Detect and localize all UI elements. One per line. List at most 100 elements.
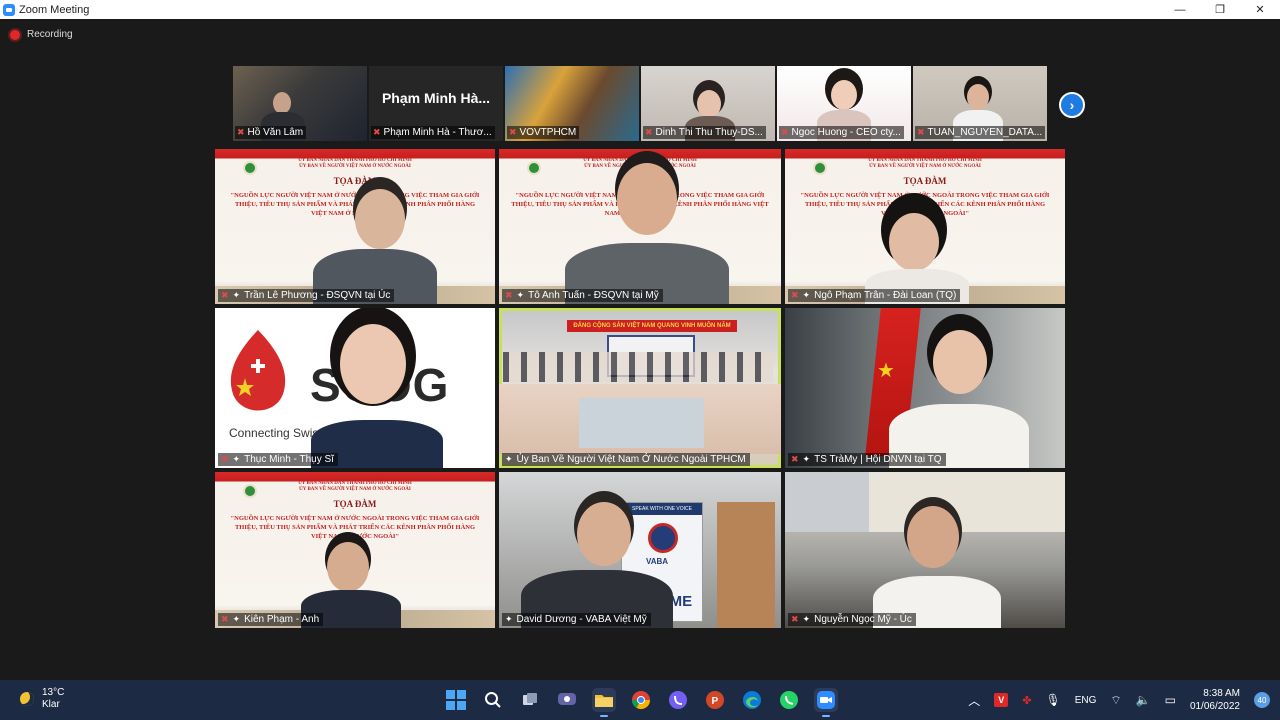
participant-name: Ngoc Huong - CEO cty... [791, 127, 901, 138]
weather-text: 13°C Klar [42, 687, 64, 711]
microphone-icon[interactable]: 🎙 [1045, 693, 1060, 707]
video-tile-active-speaker[interactable]: ĐẢNG CỘNG SẢN VIỆT NAM QUANG VINH MUÔN N… [499, 308, 781, 468]
participant-video [340, 324, 406, 404]
banner-org: ỦY BAN NHÂN DÂN THÀNH PHỐ HỒ CHÍ MINH ỦY … [298, 481, 412, 492]
banner-logo [813, 161, 827, 175]
notification-badge[interactable]: 40 [1254, 692, 1270, 708]
banner-org: ỦY BAN NHÂN DÂN THÀNH PHỐ HỒ CHÍ MINH ỦY … [868, 158, 982, 169]
filmstrip-tile[interactable]: ✖ Dinh Thi Thu Thuy-DS... [641, 66, 775, 141]
zoom-taskbar-icon[interactable] [814, 688, 838, 717]
moon-icon [20, 692, 34, 706]
participant-name: David Dương - VABA Việt Mỹ [516, 614, 647, 625]
whatsapp-icon[interactable] [777, 688, 801, 712]
window-controls: — ❐ ✕ [1160, 0, 1280, 19]
vaba-logo [648, 523, 678, 553]
participant-filmstrip: ✖ Hồ Văn Lâm Phạm Minh Hà... ✖ Phạm Minh H… [233, 66, 1047, 141]
mic-muted-icon: ✖ [221, 290, 229, 300]
video-tile[interactable]: ★ ✖ ✦ TS TràMy | Hội DNVN tại TQ [785, 308, 1065, 468]
banner-title: TỌA ĐÀM [903, 176, 947, 186]
filmstrip-tile[interactable]: ✖ Hồ Văn Lâm [233, 66, 367, 141]
participant-name: TS TràMy | Hội DNVN tại TQ [814, 454, 942, 465]
language-indicator[interactable]: ENG [1075, 695, 1097, 706]
clock[interactable]: 8:38 AM 01/06/2022 [1190, 687, 1240, 713]
dropbox-tray-icon[interactable]: ✤ [1022, 694, 1031, 707]
participant-video [889, 213, 939, 271]
windows-start-icon[interactable] [444, 688, 468, 712]
pin-icon: ✦ [802, 454, 811, 464]
video-tile[interactable]: ỦY BAN NHÂN DÂN THÀNH PHỐ HỒ CHÍ MINH ỦY … [215, 472, 495, 628]
filmstrip-tile[interactable]: ✖ VOVTPHCM [505, 66, 639, 141]
participant-video [967, 84, 989, 110]
participant-name: VOVTPHCM [519, 127, 577, 138]
participant-name-tag: ✖ TUAN_NGUYEN_DATA... [915, 126, 1045, 139]
sign-header: SPEAK WITH ONE VOICE [622, 503, 702, 515]
task-view-icon[interactable] [518, 688, 542, 712]
pin-icon: ✦ [802, 614, 811, 624]
battery-icon[interactable]: ▭ [1165, 693, 1176, 707]
video-tile[interactable]: ỦY BAN NHÂN DÂN THÀNH PHỐ HỒ CHÍ MINH ỦY … [499, 149, 781, 304]
search-icon[interactable] [481, 688, 505, 712]
edge-icon[interactable] [740, 688, 764, 712]
pin-icon: ✦ [232, 614, 241, 624]
vivaldi-tray-icon[interactable]: V [994, 693, 1009, 707]
recording-indicator[interactable]: Recording [10, 29, 73, 40]
participant-video [907, 506, 959, 568]
participant-name: Hồ Văn Lâm [247, 127, 304, 138]
powerpoint-icon[interactable]: P [703, 688, 727, 712]
chevron-up-icon[interactable]: ︿ [968, 692, 980, 709]
participant-name-tag: ✖ ✦ TS TràMy | Hội DNVN tại TQ [788, 453, 946, 466]
weather-widget[interactable]: 13°C Klar [20, 687, 64, 711]
filmstrip-tile[interactable]: Phạm Minh Hà... ✖ Phạm Minh Hà - Thươ... [369, 66, 503, 141]
mic-muted-icon: ✖ [373, 127, 381, 137]
banner-org: ỦY BAN NHÂN DÂN THÀNH PHỐ HỒ CHÍ MINH ỦY … [298, 158, 412, 169]
close-button[interactable]: ✕ [1240, 0, 1280, 19]
participant-name-tag: ✖ VOVTPHCM [507, 126, 580, 139]
participant-video [697, 90, 721, 118]
video-tile[interactable]: ✖ ✦ Nguyễn Ngọc Mỹ - Úc [785, 472, 1065, 628]
chrome-icon[interactable] [629, 688, 653, 712]
clock-date: 01/06/2022 [1189, 701, 1240, 712]
wifi-icon[interactable]: ⌔ [1110, 693, 1121, 708]
svg-text:P: P [712, 696, 719, 707]
volume-icon[interactable]: 🔈 [1136, 693, 1151, 707]
video-tile[interactable]: ỦY BAN NHÂN DÂN THÀNH PHỐ HỒ CHÍ MINH ỦY … [215, 149, 495, 304]
mic-muted-icon: ✖ [791, 614, 799, 624]
weather-description: Klar [42, 699, 60, 710]
video-tile[interactable]: SPEAK WITH ONE VOICE VABA OME ✦ David Dươ… [499, 472, 781, 628]
pin-icon: ✦ [232, 290, 241, 300]
system-tray: ︿ V ✤ 🎙 ENG ⌔ 🔈 ▭ 8:38 AM 01/06/2022 40 [968, 680, 1270, 720]
flag-star-icon: ★ [877, 360, 895, 382]
video-tile[interactable]: SCOG Connecting Swiss ... Business ✖✦Thụ… [215, 308, 495, 468]
mic-muted-icon: ✖ [645, 127, 653, 137]
banner-logo [243, 161, 257, 175]
pin-icon: ✦ [802, 290, 811, 300]
banner-title: TỌA ĐÀM [333, 499, 377, 509]
weather-temperature: 13°C [42, 687, 65, 698]
windows-taskbar: 13°C Klar P ︿ V ✤ 🎙 ENG ⌔ 🔈 ▭ 8:38 AM 01… [0, 680, 1280, 720]
maximize-button[interactable]: ❐ [1200, 0, 1240, 19]
participant-video [577, 502, 631, 566]
banner-topic: "NGUỒN LỰC NGƯỜI VIỆT NAM Ở NƯỚC NGOÀI T… [800, 192, 1050, 217]
participant-name-tag: ✦ David Dương - VABA Việt Mỹ [502, 613, 651, 626]
mic-muted-icon: ✖ [781, 127, 789, 137]
file-explorer-icon[interactable] [592, 688, 616, 717]
participant-name-tag: ✖ Ngoc Huong - CEO cty... [779, 126, 904, 139]
mic-muted-icon: ✖ [917, 127, 925, 137]
room-attendees [503, 352, 773, 382]
mic-muted-icon: ✖ [791, 290, 799, 300]
mic-muted-icon: ✖ [505, 290, 513, 300]
pin-icon: ✦ [505, 614, 513, 624]
video-tile[interactable]: ỦY BAN NHÂN DÂN THÀNH PHỐ HỒ CHÍ MINH ỦY … [785, 149, 1065, 304]
next-page-chevron-icon[interactable]: › [1059, 92, 1085, 118]
pin-icon: ✦ [505, 454, 513, 464]
participant-name-tag: ✖ ✦ Trần Lê Phương - ĐSQVN tại Úc [218, 289, 395, 302]
participant-name-tag: ✖ ✦ Tô Anh Tuấn - ĐSQVN tại Mỹ [502, 289, 663, 302]
chat-icon[interactable] [555, 688, 579, 712]
sign-logo-text: VABA [646, 557, 669, 566]
filmstrip-tile[interactable]: ✖ Ngoc Huong - CEO cty... [777, 66, 911, 141]
filmstrip-tile[interactable]: ✖ TUAN_NGUYEN_DATA... [913, 66, 1047, 141]
participant-video [831, 80, 857, 110]
viber-icon[interactable] [666, 688, 690, 712]
minimize-button[interactable]: — [1160, 0, 1200, 19]
participant-name-tag: ✖ ✦ Kiên Phạm - Anh [218, 613, 324, 626]
